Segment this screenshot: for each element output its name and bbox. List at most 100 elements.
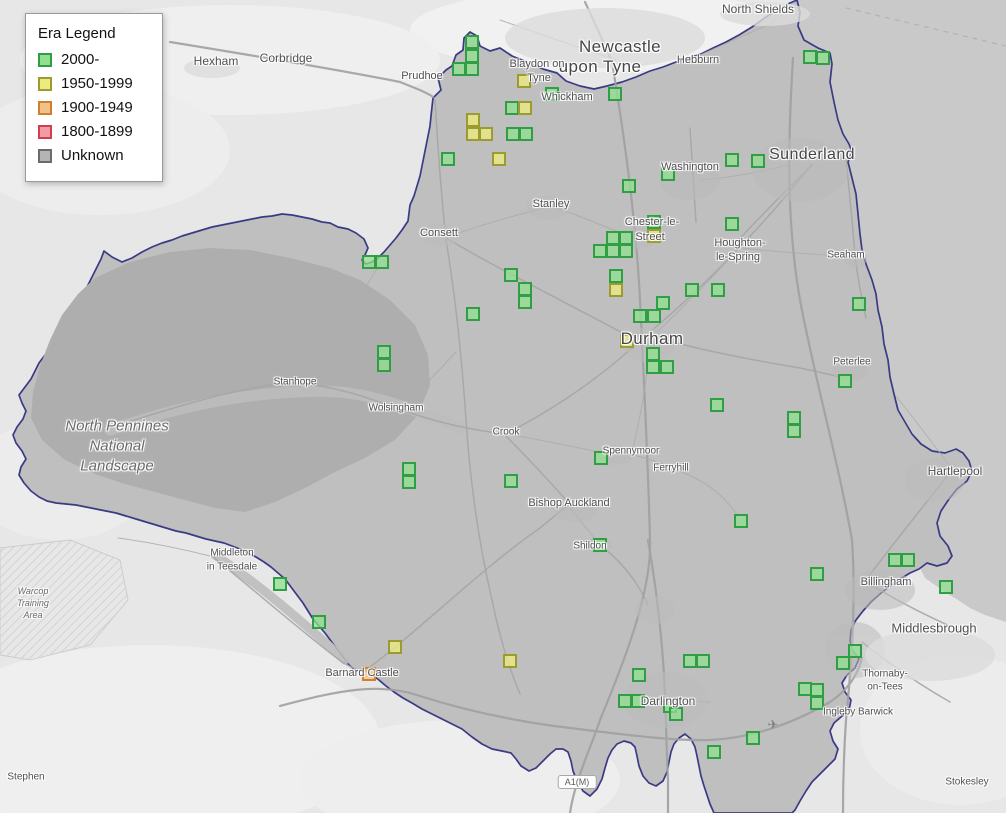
era-marker-2000[interactable]	[465, 35, 479, 49]
legend-items: 2000- 1950-1999 1900-1949 1800-1899 Unknown	[38, 51, 150, 164]
era-marker-2000[interactable]	[901, 553, 915, 567]
era-marker-2000[interactable]	[803, 50, 817, 64]
era-marker-1950[interactable]	[503, 654, 517, 668]
era-legend: Era Legend 2000- 1950-1999 1900-1949 1800-1…	[25, 13, 163, 182]
era-marker-1950[interactable]	[479, 127, 493, 141]
era-marker-2000[interactable]	[594, 451, 608, 465]
era-marker-2000[interactable]	[836, 656, 850, 670]
legend-swatch-icon	[38, 53, 52, 67]
era-marker-2000[interactable]	[273, 577, 287, 591]
era-marker-2000[interactable]	[375, 255, 389, 269]
era-marker-2000[interactable]	[402, 475, 416, 489]
era-marker-2000[interactable]	[751, 154, 765, 168]
era-marker-2000[interactable]	[633, 309, 647, 323]
era-marker-1950[interactable]	[609, 283, 623, 297]
era-marker-1950[interactable]	[647, 229, 661, 243]
era-marker-2000[interactable]	[848, 644, 862, 658]
era-marker-2000[interactable]	[810, 683, 824, 697]
era-marker-2000[interactable]	[669, 707, 683, 721]
era-marker-2000[interactable]	[810, 696, 824, 710]
legend-swatch-icon	[38, 125, 52, 139]
era-marker-2000[interactable]	[647, 215, 661, 229]
era-marker-2000[interactable]	[619, 231, 633, 245]
road-shield-a1m: A1(M)	[558, 775, 597, 789]
era-marker-2000[interactable]	[787, 411, 801, 425]
era-marker-2000[interactable]	[506, 127, 520, 141]
era-marker-2000[interactable]	[816, 51, 830, 65]
era-marker-2000[interactable]	[312, 615, 326, 629]
era-marker-2000[interactable]	[810, 567, 824, 581]
legend-title: Era Legend	[38, 25, 150, 42]
map-viewport[interactable]: North ShieldsNewcastleupon TyneHebburnHe…	[0, 0, 1006, 813]
era-marker-1950[interactable]	[466, 113, 480, 127]
legend-swatch-icon	[38, 101, 52, 115]
era-marker-2000[interactable]	[606, 244, 620, 258]
era-marker-2000[interactable]	[711, 283, 725, 297]
era-marker-2000[interactable]	[696, 654, 710, 668]
era-marker-2000[interactable]	[746, 731, 760, 745]
era-marker-1950[interactable]	[388, 640, 402, 654]
era-marker-2000[interactable]	[377, 345, 391, 359]
era-marker-2000[interactable]	[787, 424, 801, 438]
era-marker-2000[interactable]	[619, 244, 633, 258]
era-marker-1950[interactable]	[517, 74, 531, 88]
legend-item-label: 1950-1999	[61, 75, 133, 92]
era-marker-2000[interactable]	[939, 580, 953, 594]
era-marker-2000[interactable]	[609, 269, 623, 283]
era-marker-2000[interactable]	[362, 255, 376, 269]
era-marker-2000[interactable]	[646, 347, 660, 361]
era-marker-2000[interactable]	[685, 283, 699, 297]
era-marker-2000[interactable]	[710, 398, 724, 412]
era-marker-2000[interactable]	[465, 49, 479, 63]
era-marker-2000[interactable]	[608, 87, 622, 101]
legend-item-unknown: Unknown	[38, 147, 150, 164]
era-marker-2000[interactable]	[661, 167, 675, 181]
era-marker-2000[interactable]	[622, 179, 636, 193]
era-marker-2000[interactable]	[466, 307, 480, 321]
era-marker-2000[interactable]	[618, 694, 632, 708]
era-marker-2000[interactable]	[632, 668, 646, 682]
era-marker-2000[interactable]	[707, 745, 721, 759]
era-marker-2000[interactable]	[606, 231, 620, 245]
era-marker-2000[interactable]	[646, 360, 660, 374]
era-marker-1950[interactable]	[466, 127, 480, 141]
era-marker-2000[interactable]	[888, 553, 902, 567]
legend-item-label: 1800-1899	[61, 123, 133, 140]
legend-swatch-icon	[38, 77, 52, 91]
era-marker-2000[interactable]	[725, 153, 739, 167]
era-marker-2000[interactable]	[518, 282, 532, 296]
era-marker-2000[interactable]	[725, 217, 739, 231]
era-marker-2000[interactable]	[402, 462, 416, 476]
era-marker-2000[interactable]	[593, 244, 607, 258]
legend-item-2000: 2000-	[38, 51, 150, 68]
era-marker-2000[interactable]	[377, 358, 391, 372]
legend-item-label: Unknown	[61, 147, 124, 164]
legend-item-label: 1900-1949	[61, 99, 133, 116]
era-marker-2000[interactable]	[465, 62, 479, 76]
legend-item-1900: 1900-1949	[38, 99, 150, 116]
era-marker-2000[interactable]	[734, 514, 748, 528]
era-marker-2000[interactable]	[452, 62, 466, 76]
era-marker-2000[interactable]	[838, 374, 852, 388]
era-marker-2000[interactable]	[593, 538, 607, 552]
era-marker-2000[interactable]	[504, 268, 518, 282]
era-marker-2000[interactable]	[683, 654, 697, 668]
era-marker-2000[interactable]	[545, 87, 559, 101]
era-marker-2000[interactable]	[505, 101, 519, 115]
era-marker-2000[interactable]	[647, 309, 661, 323]
era-marker-2000[interactable]	[852, 297, 866, 311]
era-marker-1950[interactable]	[518, 101, 532, 115]
legend-swatch-icon	[38, 149, 52, 163]
era-marker-2000[interactable]	[631, 694, 645, 708]
era-marker-2000[interactable]	[660, 360, 674, 374]
era-marker-2000[interactable]	[504, 474, 518, 488]
era-marker-2000[interactable]	[519, 127, 533, 141]
era-marker-2000[interactable]	[656, 296, 670, 310]
era-marker-1950[interactable]	[492, 152, 506, 166]
era-marker-2000[interactable]	[441, 152, 455, 166]
era-marker-2000[interactable]	[518, 295, 532, 309]
legend-item-1800: 1800-1899	[38, 123, 150, 140]
legend-item-1950: 1950-1999	[38, 75, 150, 92]
era-marker-1950[interactable]	[620, 334, 634, 348]
era-marker-1900[interactable]	[362, 667, 376, 681]
